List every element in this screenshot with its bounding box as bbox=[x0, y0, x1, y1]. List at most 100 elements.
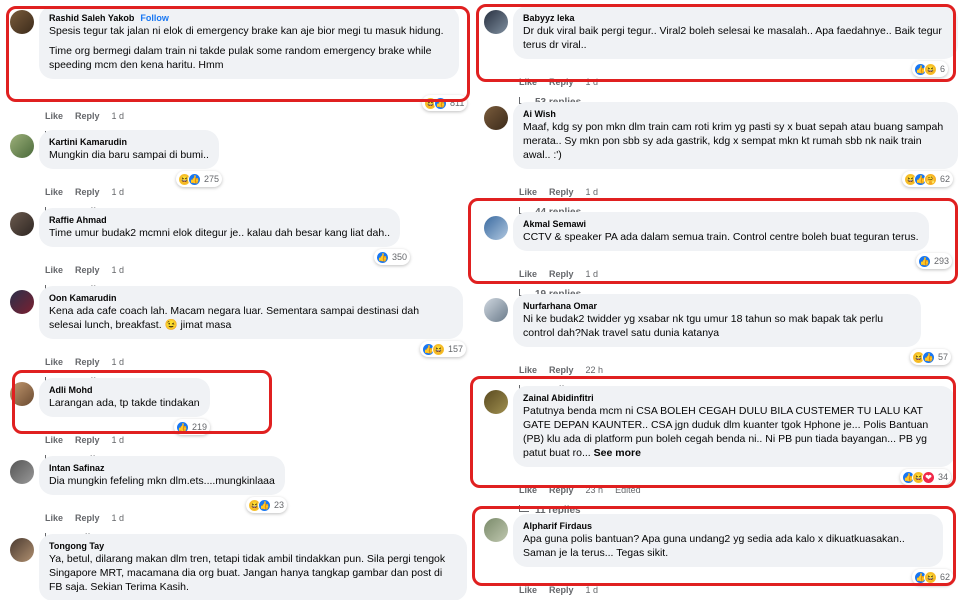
like-button[interactable]: Like bbox=[45, 111, 63, 121]
reply-button[interactable]: Reply bbox=[549, 269, 574, 279]
comment-timestamp[interactable]: 1 d bbox=[586, 77, 599, 87]
comment-timestamp[interactable]: 1 d bbox=[112, 513, 125, 523]
see-more-link[interactable]: See more bbox=[591, 447, 641, 459]
reaction-summary[interactable]: 👍 😆 157 bbox=[420, 341, 467, 357]
avatar[interactable] bbox=[10, 134, 34, 158]
author-name-text[interactable]: Babyyz leka bbox=[523, 13, 575, 23]
avatar[interactable] bbox=[10, 290, 34, 314]
comment-timestamp[interactable]: 1 d bbox=[112, 357, 125, 367]
reply-button[interactable]: Reply bbox=[549, 365, 574, 375]
reply-button[interactable]: Reply bbox=[549, 585, 574, 595]
author-name[interactable]: Oon Kamarudin bbox=[49, 292, 453, 304]
author-name-text[interactable]: Kartini Kamarudin bbox=[49, 137, 127, 147]
author-name-text[interactable]: Zainal Abidinfitri bbox=[523, 393, 594, 403]
reply-button[interactable]: Reply bbox=[549, 187, 574, 197]
comment-paragraph: CCTV & speaker PA ada dalam semua train.… bbox=[523, 231, 919, 243]
like-button[interactable]: Like bbox=[45, 265, 63, 275]
comment-text: Kena ada cafe coach lah. Macam negara lu… bbox=[49, 304, 453, 332]
like-button[interactable]: Like bbox=[519, 187, 537, 197]
reply-button[interactable]: Reply bbox=[75, 187, 100, 197]
avatar[interactable] bbox=[484, 106, 508, 130]
comment-timestamp[interactable]: 1 d bbox=[586, 585, 599, 595]
follow-button[interactable]: Follow bbox=[140, 13, 169, 23]
comment-bubble: Babyyz leka Dr duk viral baik pergi tegur… bbox=[513, 6, 958, 59]
reaction-summary[interactable]: 😆 👍 57 bbox=[910, 349, 952, 365]
reaction-summary[interactable]: 😆 👍 🤗 62 bbox=[902, 171, 954, 187]
author-name[interactable]: Nurfarhana Omar bbox=[523, 300, 911, 312]
reply-button[interactable]: Reply bbox=[75, 265, 100, 275]
author-name[interactable]: Ai Wish bbox=[523, 108, 948, 120]
avatar[interactable] bbox=[10, 10, 34, 34]
reply-button[interactable]: Reply bbox=[75, 435, 100, 445]
avatar[interactable] bbox=[484, 298, 508, 322]
reaction-summary[interactable]: 😆 👍 811 bbox=[422, 95, 468, 111]
reaction-summary[interactable]: 👍 😆 6 bbox=[912, 61, 949, 77]
comment-timestamp[interactable]: 22 h bbox=[586, 365, 604, 375]
reaction-summary[interactable]: 👍 😆 ❤ 34 bbox=[900, 469, 952, 485]
avatar[interactable] bbox=[484, 518, 508, 542]
like-button[interactable]: Like bbox=[45, 513, 63, 523]
like-button[interactable]: Like bbox=[519, 365, 537, 375]
reply-button[interactable]: Reply bbox=[549, 77, 574, 87]
like-button[interactable]: Like bbox=[519, 485, 537, 495]
comment-timestamp[interactable]: 23 h bbox=[586, 485, 604, 495]
reply-button[interactable]: Reply bbox=[75, 111, 100, 121]
comment-bubble: Raffie Ahmad Time umur budak2 mcmni elok … bbox=[39, 208, 401, 247]
comment-timestamp[interactable]: 1 d bbox=[586, 187, 599, 197]
author-name-text[interactable]: Nurfarhana Omar bbox=[523, 301, 597, 311]
reaction-count: 293 bbox=[934, 256, 950, 266]
reaction-summary[interactable]: 👍 219 bbox=[174, 419, 211, 435]
reaction-summary[interactable]: 😆 👍 275 bbox=[176, 171, 223, 187]
author-name[interactable]: Akmal Semawi bbox=[523, 218, 919, 230]
author-name[interactable]: Alpharif Firdaus bbox=[523, 520, 933, 532]
avatar[interactable] bbox=[484, 10, 508, 34]
comment-paragraph: Time umur budak2 mcmni elok ditegur je..… bbox=[49, 227, 391, 239]
reaction-summary[interactable]: 👍 350 bbox=[374, 249, 411, 265]
author-name-text[interactable]: Rashid Saleh Yakob bbox=[49, 13, 134, 23]
like-button[interactable]: Like bbox=[45, 187, 63, 197]
author-name-text[interactable]: Intan Safinaz bbox=[49, 463, 105, 473]
like-button[interactable]: Like bbox=[519, 585, 537, 595]
author-name[interactable]: Intan Safinaz bbox=[49, 462, 275, 474]
author-name[interactable]: Zainal Abidinfitri bbox=[523, 392, 945, 404]
like-button[interactable]: Like bbox=[45, 357, 63, 367]
comment-timestamp[interactable]: 1 d bbox=[586, 269, 599, 279]
avatar[interactable] bbox=[10, 538, 34, 562]
reaction-summary[interactable]: 😆 👍 23 bbox=[246, 497, 288, 513]
author-name-text[interactable]: Ai Wish bbox=[523, 109, 556, 119]
comment-text: Maaf, kdg sy pon mkn dlm train cam roti … bbox=[523, 120, 948, 162]
comment-timestamp[interactable]: 1 d bbox=[112, 187, 125, 197]
reaction-summary[interactable]: 👍 293 bbox=[916, 253, 953, 269]
author-name[interactable]: Babyyz leka bbox=[523, 12, 948, 24]
avatar[interactable] bbox=[484, 390, 508, 414]
author-name-text[interactable]: Tongong Tay bbox=[49, 541, 104, 551]
comment-timestamp[interactable]: 1 d bbox=[112, 435, 125, 445]
reply-button[interactable]: Reply bbox=[549, 485, 574, 495]
author-name[interactable]: Rashid Saleh Yakob Follow bbox=[49, 12, 449, 24]
like-button[interactable]: Like bbox=[519, 269, 537, 279]
reply-button[interactable]: Reply bbox=[75, 513, 100, 523]
like-reaction-icon: 👍 bbox=[922, 350, 935, 364]
comment-timestamp[interactable]: 1 d bbox=[112, 265, 125, 275]
author-name-text[interactable]: Akmal Semawi bbox=[523, 219, 586, 229]
like-button[interactable]: Like bbox=[519, 77, 537, 87]
avatar[interactable] bbox=[10, 460, 34, 484]
comment-text: CCTV & speaker PA ada dalam semua train.… bbox=[523, 230, 919, 244]
author-name-text[interactable]: Alpharif Firdaus bbox=[523, 521, 592, 531]
reply-button[interactable]: Reply bbox=[75, 357, 100, 367]
author-name[interactable]: Adli Mohd bbox=[49, 384, 200, 396]
avatar[interactable] bbox=[10, 382, 34, 406]
avatar[interactable] bbox=[484, 216, 508, 240]
comment-text: Mungkin dia baru sampai di bumi.. bbox=[49, 148, 209, 162]
avatar[interactable] bbox=[10, 212, 34, 236]
author-name-text[interactable]: Raffie Ahmad bbox=[49, 215, 107, 225]
comment-timestamp[interactable]: 1 d bbox=[112, 111, 125, 121]
care-reaction-icon: 🤗 bbox=[924, 172, 937, 186]
like-button[interactable]: Like bbox=[45, 435, 63, 445]
reaction-summary[interactable]: 👍 😆 62 bbox=[912, 569, 954, 585]
author-name-text[interactable]: Adli Mohd bbox=[49, 385, 93, 395]
author-name[interactable]: Tongong Tay bbox=[49, 540, 457, 552]
author-name[interactable]: Raffie Ahmad bbox=[49, 214, 390, 226]
author-name[interactable]: Kartini Kamarudin bbox=[49, 136, 209, 148]
author-name-text[interactable]: Oon Kamarudin bbox=[49, 293, 117, 303]
